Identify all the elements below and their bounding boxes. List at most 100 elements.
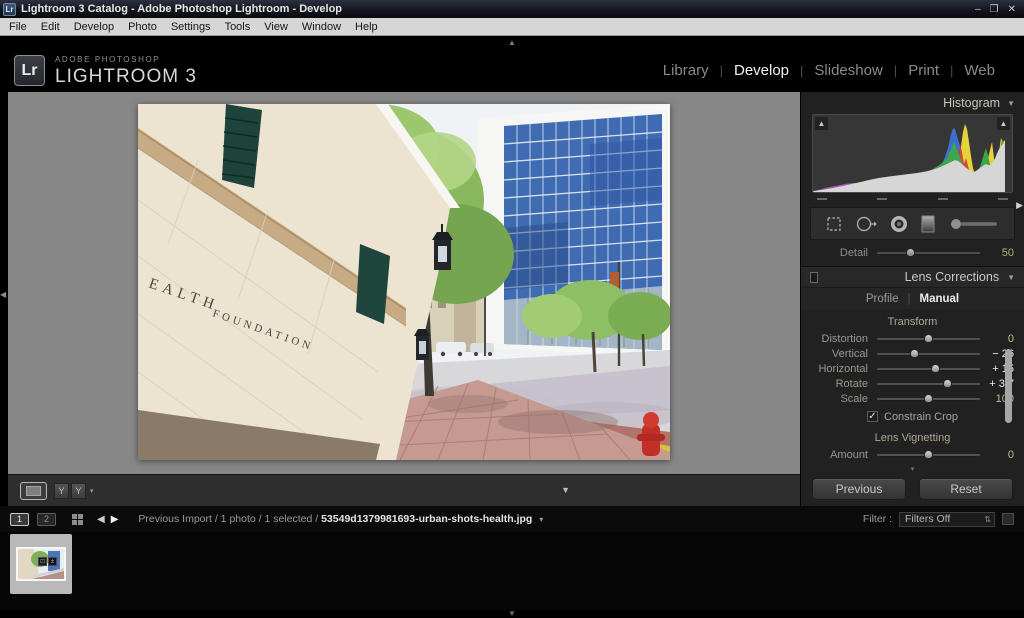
spot-removal-icon[interactable]	[855, 215, 877, 233]
histogram-header[interactable]: Histogram ▼	[801, 92, 1024, 111]
develop-toolbar: Y Y ▾ ▼	[8, 474, 800, 506]
previous-photo-icon[interactable]: ◀	[97, 514, 105, 525]
adjustment-brush-icon[interactable]	[948, 216, 1000, 232]
toolbar-options-icon[interactable]: ▼	[561, 485, 570, 495]
brand-line2: LIGHTROOM 3	[55, 67, 197, 86]
module-slideshow[interactable]: Slideshow	[803, 62, 893, 79]
slider-track[interactable]	[877, 448, 980, 461]
breadcrumb[interactable]: Previous Import / 1 photo / 1 selected /…	[138, 513, 543, 525]
slider-track[interactable]	[877, 362, 980, 375]
filmstrip-bar: 1 2 ◀ ▶ Previous Import / 1 photo / 1 se…	[0, 506, 1024, 532]
detail-slider-row[interactable]: Detail 50	[801, 245, 1024, 260]
slider-thumb[interactable]	[924, 450, 933, 459]
collapse-right-icon[interactable]: ▶	[1016, 200, 1023, 211]
crop-tool-icon[interactable]	[825, 216, 843, 232]
lens-corrections-header[interactable]: Lens Corrections ▼	[801, 266, 1024, 288]
filter-controls: Filter : Filters Off ⇅	[863, 512, 1014, 527]
tick	[938, 198, 948, 200]
tick	[998, 198, 1008, 200]
next-photo-icon[interactable]: ▶	[111, 514, 119, 525]
restore-button[interactable]: ❐	[990, 4, 999, 15]
second-window-button[interactable]: 2	[37, 513, 56, 526]
menu-develop[interactable]: Develop	[67, 21, 121, 33]
slider-track[interactable]	[877, 332, 980, 345]
lightroom-logo: Lr	[14, 55, 45, 86]
filter-dropdown[interactable]: Filters Off ⇅	[899, 512, 995, 527]
chevron-down-icon[interactable]: ▼	[1007, 99, 1015, 108]
slider-track[interactable]	[877, 377, 980, 390]
menu-file[interactable]: File	[2, 21, 34, 33]
shadow-clipping-indicator[interactable]: ▲	[815, 117, 828, 130]
vignette-amount-slider-row[interactable]: Amount 0	[801, 447, 1024, 462]
horizontal-slider-row[interactable]: Horizontal + 15	[801, 361, 1024, 376]
red-eye-icon[interactable]	[889, 214, 909, 234]
slider-thumb[interactable]	[924, 334, 933, 343]
menu-window[interactable]: Window	[295, 21, 348, 33]
menu-tools[interactable]: Tools	[218, 21, 258, 33]
right-panel: Histogram ▼ ▲ ▲	[800, 92, 1024, 506]
slider-value: 50	[980, 247, 1014, 259]
slider-track[interactable]	[877, 392, 980, 405]
tab-manual[interactable]: Manual	[919, 293, 959, 305]
chevron-down-icon[interactable]: ▼	[1007, 273, 1015, 282]
vertical-slider-row[interactable]: Vertical − 26	[801, 346, 1024, 361]
lantern	[414, 329, 430, 360]
constrain-crop-checkbox[interactable]: ✓	[867, 411, 878, 422]
left-panel-strip: ◀	[0, 92, 8, 506]
reset-button[interactable]: Reset	[919, 478, 1013, 500]
loupe-view-button[interactable]	[20, 482, 47, 500]
tab-divider: |	[907, 293, 910, 305]
tab-profile[interactable]: Profile	[866, 293, 899, 305]
module-library[interactable]: Library	[652, 62, 720, 79]
slider-thumb[interactable]	[910, 349, 919, 358]
develop-canvas: EALTH FOUNDATION	[8, 92, 800, 474]
menu-help[interactable]: Help	[348, 21, 385, 33]
histogram-display[interactable]: ▲ ▲	[812, 114, 1013, 193]
dropdown-spinner-icon: ⇅	[984, 515, 991, 524]
close-button[interactable]: ✕	[1008, 4, 1016, 15]
compare-caret-icon[interactable]: ▾	[90, 487, 94, 495]
constrain-crop-row: ✓ Constrain Crop	[801, 408, 1024, 425]
filter-lock-button[interactable]	[1002, 513, 1014, 525]
panel-scrollbar[interactable]	[1005, 349, 1012, 423]
slider-thumb[interactable]	[924, 394, 933, 403]
photo-preview[interactable]: EALTH FOUNDATION	[138, 104, 670, 460]
main-window-button[interactable]: 1	[10, 513, 29, 526]
tick	[817, 198, 827, 200]
slider-track[interactable]	[877, 347, 980, 360]
menu-edit[interactable]: Edit	[34, 21, 67, 33]
highlight-clipping-indicator[interactable]: ▲	[997, 117, 1010, 130]
previous-button[interactable]: Previous	[812, 478, 906, 500]
breadcrumb-caret-icon[interactable]: ▾	[539, 515, 543, 524]
slider-thumb[interactable]	[906, 248, 915, 257]
slider-thumb[interactable]	[931, 364, 940, 373]
graduated-filter-icon[interactable]	[920, 214, 936, 234]
adjustment-badge-icon[interactable]: ±	[48, 557, 57, 566]
panel-end-caret[interactable]: ▾	[801, 465, 1024, 474]
collapse-top-icon[interactable]: ▲	[508, 38, 516, 47]
collapse-bottom-icon[interactable]: ▼	[508, 609, 516, 618]
compare-right-button[interactable]: Y	[71, 483, 86, 499]
distortion-slider-row[interactable]: Distortion 0	[801, 331, 1024, 346]
menu-bar: File Edit Develop Photo Settings Tools V…	[0, 18, 1024, 36]
rotate-slider-row[interactable]: Rotate + 3.7	[801, 376, 1024, 391]
slider-thumb[interactable]	[943, 379, 952, 388]
slider-track[interactable]	[877, 246, 980, 259]
filmstrip: ⊡ ±	[0, 532, 1024, 610]
compare-left-button[interactable]: Y	[54, 483, 69, 499]
module-develop[interactable]: Develop	[723, 62, 800, 79]
module-print[interactable]: Print	[897, 62, 950, 79]
menu-photo[interactable]: Photo	[121, 21, 164, 33]
histogram-ticks	[801, 193, 1024, 200]
panel-switch-icon[interactable]	[810, 272, 818, 283]
crop-badge-icon[interactable]: ⊡	[38, 557, 47, 566]
module-web[interactable]: Web	[953, 62, 1006, 79]
develop-action-buttons: Previous Reset	[801, 474, 1024, 500]
menu-settings[interactable]: Settings	[164, 21, 218, 33]
menu-view[interactable]: View	[257, 21, 295, 33]
filmstrip-thumbnail-selected[interactable]: ⊡ ±	[10, 534, 72, 594]
scale-slider-row[interactable]: Scale 100	[801, 391, 1024, 406]
minimize-button[interactable]: –	[975, 4, 981, 15]
grid-view-icon[interactable]	[72, 514, 83, 525]
collapse-left-icon[interactable]: ◀	[0, 290, 6, 299]
